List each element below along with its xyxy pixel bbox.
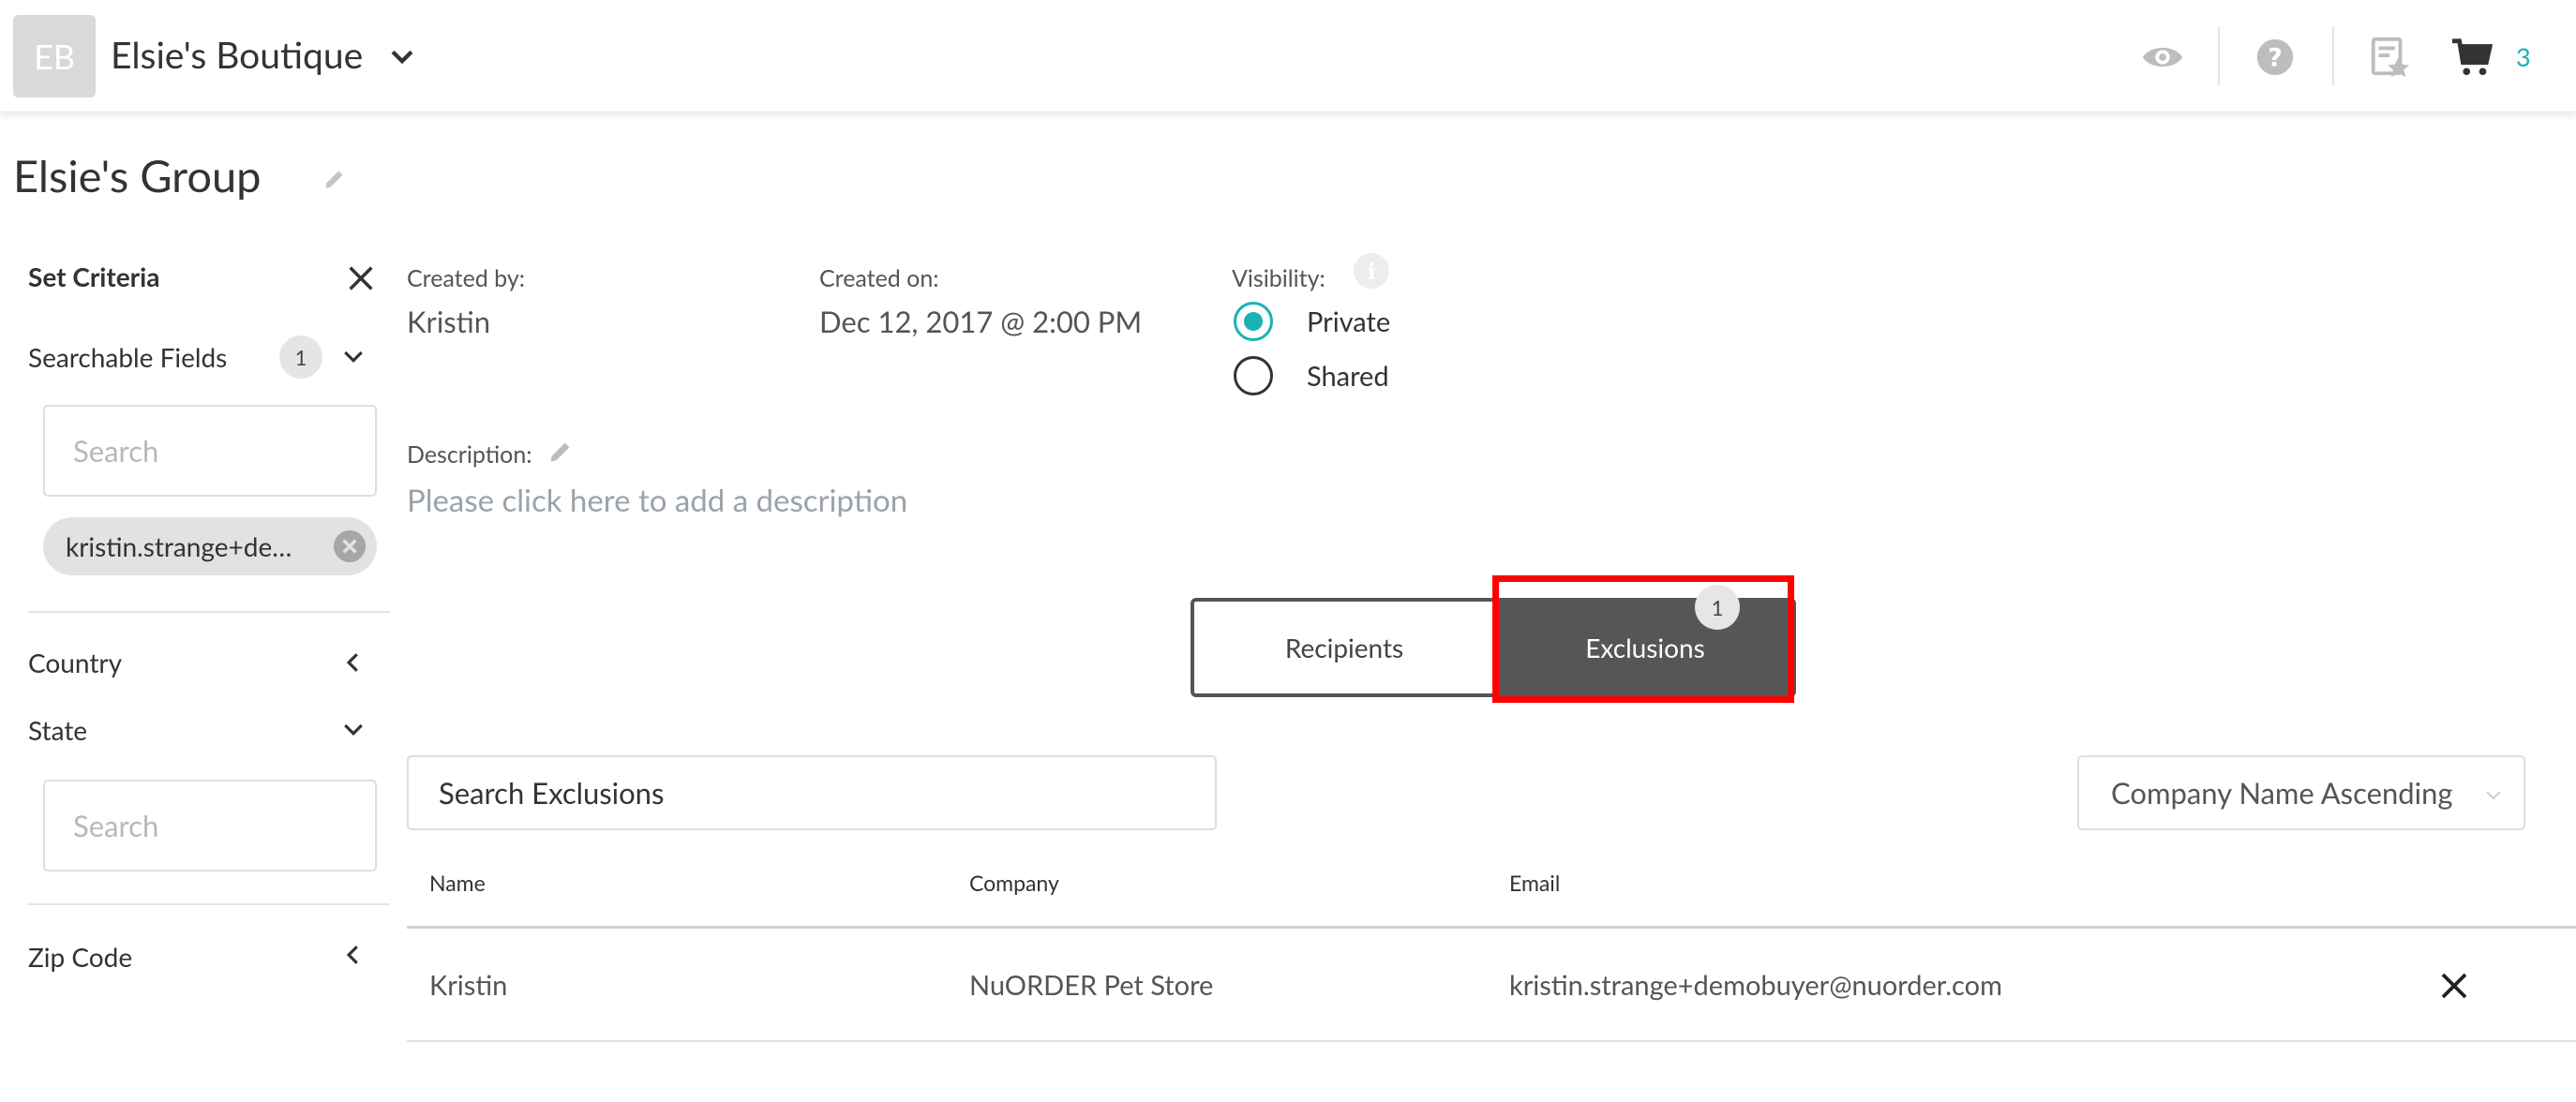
catalog-icon[interactable]: [2368, 36, 2411, 79]
filter-chip[interactable]: kristin.strange+demobuyer@nuorder.com: [43, 517, 377, 575]
searchable-fields-count-badge: 1: [279, 335, 322, 379]
set-criteria-heading: Set Criteria: [28, 261, 160, 292]
column-header-company[interactable]: Company: [969, 870, 1059, 896]
eye-icon[interactable]: [2141, 36, 2184, 79]
chevron-down-icon[interactable]: [339, 343, 367, 371]
remove-row-icon[interactable]: [2437, 969, 2471, 1003]
cart-count[interactable]: 3: [2516, 41, 2531, 72]
help-icon[interactable]: ?: [2254, 36, 2297, 79]
info-icon[interactable]: i: [1354, 253, 1389, 289]
chevron-down-icon[interactable]: [339, 716, 367, 744]
search-exclusions-input[interactable]: Search Exclusions: [407, 755, 1217, 830]
visibility-private-label[interactable]: Private: [1307, 305, 1390, 338]
pencil-icon[interactable]: [322, 167, 347, 191]
table-header-divider: [407, 926, 2576, 929]
description-label: Description:: [407, 440, 532, 469]
header-divider: [2332, 26, 2334, 86]
table-cell-email: kristin.strange+demobuyer@nuorder.com: [1509, 969, 2002, 1002]
sidebar-divider: [28, 903, 390, 905]
header-divider: [2218, 26, 2220, 86]
svg-text:?: ?: [2268, 44, 2283, 73]
pencil-icon[interactable]: [547, 439, 574, 465]
table-row-divider: [407, 1040, 2576, 1042]
visibility-shared-label[interactable]: Shared: [1307, 360, 1389, 393]
sort-select[interactable]: Company Name Ascending: [2077, 755, 2525, 830]
visibility-private-radio[interactable]: [1234, 302, 1273, 341]
cart-icon[interactable]: [2450, 36, 2494, 79]
created-on-label: Created on:: [819, 264, 939, 292]
table-cell-name: Kristin: [429, 969, 508, 1002]
page-title: Elsie's Group: [13, 150, 262, 202]
table-cell-company: NuORDER Pet Store: [969, 969, 1214, 1002]
top-bar: EB Elsie's Boutique ? 3: [0, 0, 2576, 112]
created-by-label: Created by:: [407, 264, 525, 292]
description-placeholder[interactable]: Please click here to add a description: [407, 482, 907, 519]
store-name[interactable]: Elsie's Boutique: [111, 34, 363, 77]
chevron-left-icon[interactable]: [339, 648, 367, 677]
country-filter-label[interactable]: Country: [28, 647, 122, 678]
chevron-down-icon[interactable]: [386, 41, 418, 73]
created-by-value: Kristin: [407, 304, 491, 339]
close-icon[interactable]: [345, 262, 377, 294]
column-header-email[interactable]: Email: [1509, 870, 1560, 896]
filter-chip-label: kristin.strange+demobuyer@nuorder.com: [66, 530, 307, 562]
visibility-label: Visibility:: [1232, 264, 1325, 292]
sort-select-value: Company Name Ascending: [2111, 775, 2453, 811]
highlight-box: [1492, 575, 1794, 703]
store-avatar[interactable]: EB: [13, 15, 96, 97]
visibility-shared-radio[interactable]: [1234, 356, 1273, 395]
sidebar-divider: [28, 611, 390, 613]
tab-recipients[interactable]: Recipients: [1191, 598, 1494, 697]
searchable-fields-label[interactable]: Searchable Fields: [28, 341, 227, 373]
state-filter-label[interactable]: State: [28, 714, 87, 746]
created-on-value: Dec 12, 2017 @ 2:00 PM: [819, 304, 1143, 339]
searchable-fields-search-input[interactable]: Search: [43, 405, 377, 497]
remove-chip-icon[interactable]: [334, 530, 366, 562]
column-header-name[interactable]: Name: [429, 870, 486, 896]
chevron-down-icon: [2486, 791, 2501, 800]
chevron-left-icon[interactable]: [339, 941, 367, 969]
state-search-input[interactable]: Search: [43, 780, 377, 871]
zip-code-filter-label[interactable]: Zip Code: [28, 941, 132, 973]
